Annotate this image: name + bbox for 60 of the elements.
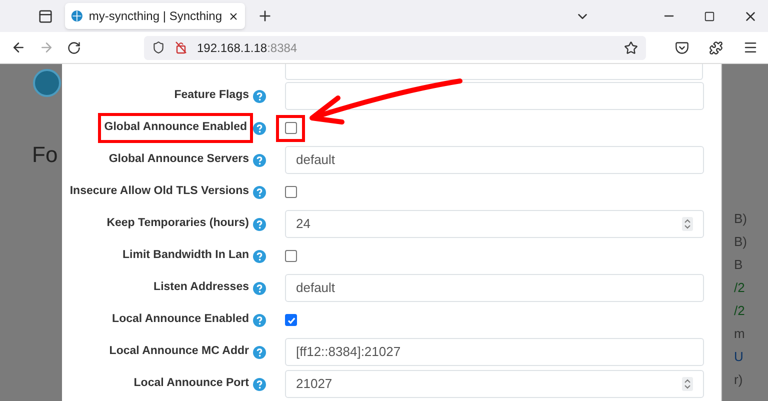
tab-title: my-syncthing | Syncthing [88,8,222,25]
number-field[interactable]: 24 [285,210,704,238]
input-field[interactable]: default [285,146,704,174]
help-icon[interactable] [253,378,266,390]
checkbox[interactable] [284,122,296,134]
globe-icon [71,9,83,23]
maximize-icon[interactable] [704,10,715,22]
reload-icon[interactable] [67,40,81,54]
input-field[interactable]: default [285,274,704,302]
setting-label: Local Announce Enabled [112,312,249,328]
help-icon[interactable] [253,314,266,326]
insecure-lock-icon[interactable] [175,41,187,54]
setting-label: Global Announce Servers [108,152,249,168]
background-text: m [734,325,746,343]
input-field[interactable] [285,64,703,80]
back-icon[interactable] [11,40,26,55]
extensions-icon[interactable] [709,40,723,54]
spinner-icon[interactable] [682,217,693,231]
setting-label: Global Announce Enabled [104,120,247,136]
help-icon[interactable] [253,154,266,166]
shield-icon[interactable] [152,41,165,54]
setting-label: Insecure Allow Old TLS Versions [70,184,249,200]
browser-tab[interactable]: my-syncthing | Syncthing [65,3,245,29]
help-icon[interactable] [253,346,266,358]
logo-icon [32,68,62,98]
help-icon[interactable] [253,122,266,134]
help-icon[interactable] [253,218,266,230]
forward-icon[interactable] [39,40,54,55]
input-field[interactable] [285,82,704,110]
help-icon[interactable] [253,250,266,262]
setting-label: Keep Temporaries (hours) [106,216,249,232]
address-bar[interactable]: 192.168.1.18:8384 [144,36,646,60]
setting-label: Local Announce MC Addr [109,344,249,360]
background-text: /2 [734,302,746,320]
setting-label: Feature Flags [174,88,249,104]
tab-list-icon[interactable] [38,8,53,24]
background-text: B [734,256,744,274]
url-text: 192.168.1.18:8384 [197,40,298,56]
background-text: U [734,348,744,366]
checkbox[interactable] [285,250,297,262]
menu-icon[interactable] [743,40,758,55]
setting-label: Limit Bandwidth In Lan [122,248,249,264]
checkbox[interactable] [285,186,297,198]
setting-label: Listen Addresses [154,280,249,296]
number-field[interactable]: 21027 [285,370,704,398]
help-icon[interactable] [253,186,266,198]
background-text: r) [734,371,744,389]
pocket-icon[interactable] [675,40,689,54]
help-icon[interactable] [253,282,266,294]
background-text: B) [734,210,748,228]
setting-label: Local Announce Port [134,376,249,392]
help-icon[interactable] [253,90,266,102]
bookmark-star-icon[interactable] [624,40,638,54]
input-field[interactable]: [ff12::8384]:21027 [285,338,704,366]
background-text: /2 [734,279,746,297]
checkbox[interactable] [285,314,297,326]
spinner-icon[interactable] [682,377,693,391]
background-text: B) [734,233,748,251]
new-tab-icon[interactable] [257,8,273,24]
page-heading: Fo [32,141,58,169]
